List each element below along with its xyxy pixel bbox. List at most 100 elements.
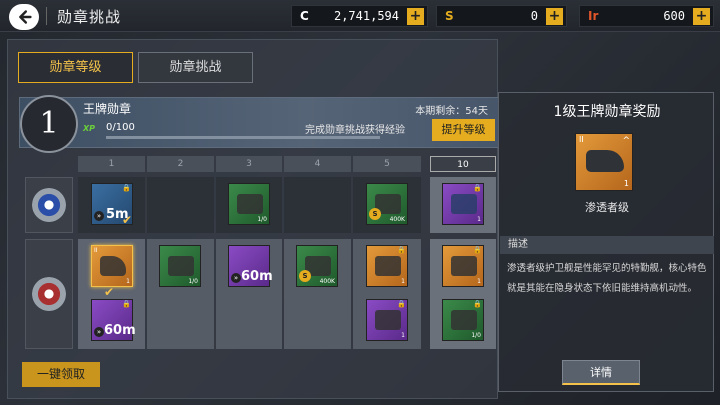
speedup-icon: » (94, 211, 104, 221)
reward-item[interactable]: II 1 (91, 245, 133, 287)
details-button[interactable]: 详情 (562, 360, 640, 385)
xp-progress-bar (106, 136, 380, 139)
row-badge-standard (25, 177, 73, 233)
reward-cell[interactable]: S 400K (353, 177, 421, 233)
reward-item[interactable]: 🔒 1 (442, 183, 484, 225)
medal-panel: 勋章等级 勋章挑战 1 王牌勋章 本期剩余：54天 XP 0/100 完成勋章挑… (7, 39, 499, 399)
iridium-value: 600 (663, 9, 685, 23)
description-text: 渗透者级护卫舰是性能罕见的特勤舰，核心特色就是其能在隐身状态下依旧能维持高机动性… (507, 263, 707, 294)
tab-medal-level[interactable]: 勋章等级 (18, 52, 133, 83)
item-quantity: 400K (389, 216, 405, 223)
reward-item-name: 渗透者级 (585, 201, 629, 214)
lock-icon: 🔒 (473, 300, 482, 308)
column-header: 10 (430, 156, 496, 172)
reward-item[interactable]: 🔒 1 (366, 245, 408, 287)
reward-cell[interactable]: 1/0 (216, 177, 282, 233)
coin-icon: S (369, 208, 381, 220)
reward-cell[interactable]: S 400K (284, 239, 351, 349)
container-icon (451, 310, 477, 330)
arrow-left-icon (19, 10, 32, 24)
column-header: 2 (147, 156, 214, 172)
reward-item[interactable]: 🔒 1 (442, 245, 484, 287)
upgrade-level-button[interactable]: 提升等级 (432, 119, 495, 141)
reward-cell (284, 177, 351, 233)
reward-cell[interactable]: II 1 ✔ 🔒 » 60m (78, 239, 145, 349)
turret-icon (451, 256, 477, 276)
reward-item[interactable]: S 400K (366, 183, 408, 225)
reward-cell[interactable]: 1/0 (147, 239, 214, 349)
tab-medal-challenge[interactable]: 勋章挑战 (138, 52, 253, 83)
item-rank: II (579, 135, 584, 144)
claimed-check-icon: ✔ (122, 213, 133, 227)
speedup-icon: » (231, 273, 241, 283)
reward-cell (147, 177, 214, 233)
top-bar: 勋章挑战 C 2,741,594 + S 0 + Ir 600 + (0, 0, 720, 32)
reward-item-preview[interactable]: II ^ 1 (575, 133, 633, 191)
reward-item[interactable]: » 60m (228, 245, 273, 287)
xp-label: XP (83, 124, 96, 133)
speedup-icon: » (94, 327, 104, 337)
item-duration: 60m (241, 269, 273, 284)
lock-icon: 🔒 (397, 246, 406, 254)
game-screen: 勋章挑战 C 2,741,594 + S 0 + Ir 600 + 勋章等级 勋… (0, 0, 720, 405)
level-header: 1 王牌勋章 本期剩余：54天 XP 0/100 完成勋章挑战获得经验 提升等级 (19, 95, 499, 153)
container-icon (237, 194, 263, 214)
reward-item[interactable]: 1/0 (159, 245, 201, 287)
credits-icon: C (300, 9, 309, 23)
reward-item[interactable]: 🔒 1 (366, 299, 408, 341)
column-header: 5 (353, 156, 421, 172)
reward-item[interactable]: S 400K (296, 245, 338, 287)
reward-cell[interactable]: 🔒 1 🔒 1 (353, 239, 421, 349)
claim-all-button[interactable]: 一键领取 (22, 362, 100, 387)
column-header: 3 (216, 156, 282, 172)
item-rank: II (94, 247, 98, 254)
item-quantity: 1/0 (188, 278, 198, 285)
item-quantity: 400K (319, 278, 335, 285)
row-badge-ace (25, 239, 73, 349)
item-quantity: 1 (477, 216, 481, 223)
back-button[interactable] (9, 4, 39, 30)
claimed-check-icon: ✔ (104, 285, 115, 299)
xp-hint: 完成勋章挑战获得经验 (305, 125, 405, 136)
reward-cell[interactable]: 🔒 » 5m ✔ (78, 177, 145, 233)
lock-icon: 🔒 (122, 184, 131, 192)
reward-grid: 1 2 3 4 5 10 🔒 » 5m ✔ 1/0 S 400K 🔒 1 II … (22, 153, 497, 355)
item-quantity: 1/0 (257, 216, 267, 223)
divider (46, 7, 47, 25)
add-special-button[interactable]: + (546, 8, 563, 25)
turret-icon (375, 256, 401, 276)
item-quantity: 1 (623, 179, 629, 188)
column-header: 4 (284, 156, 351, 172)
chevron-up-icon: ^ (622, 136, 630, 146)
reward-cell[interactable]: 🔒 1 (430, 177, 496, 233)
ace-medal-icon (32, 277, 66, 311)
reward-cell[interactable]: » 60m (216, 239, 282, 349)
standard-medal-icon (32, 188, 66, 222)
reward-item[interactable]: 1/0 (228, 183, 270, 225)
special-currency-value: 0 (530, 9, 538, 23)
add-credits-button[interactable]: + (407, 8, 424, 25)
container-icon (168, 256, 194, 276)
level-number: 1 (20, 95, 78, 153)
description-header: 描述 (500, 236, 714, 254)
iridium-icon: Ir (588, 9, 599, 23)
item-duration: 60m (104, 323, 136, 338)
frigate-icon (375, 310, 401, 330)
special-currency-icon: S (445, 9, 454, 23)
item-quantity: 1 (477, 278, 481, 285)
ship-skin-icon (451, 194, 477, 214)
reward-cell[interactable]: 🔒 1 🔒 1/0 (430, 239, 496, 349)
lock-icon: 🔒 (397, 300, 406, 308)
currency-iridium: Ir 600 + (579, 5, 714, 27)
reward-item[interactable]: 🔒 » 60m (91, 299, 136, 341)
lock-icon: 🔒 (473, 246, 482, 254)
item-quantity: 1 (401, 278, 405, 285)
column-header: 1 (78, 156, 145, 172)
item-quantity: 1/0 (471, 332, 481, 339)
add-iridium-button[interactable]: + (693, 8, 710, 25)
reward-detail-panel: 1级王牌勋章奖励 II ^ 1 渗透者级 描述 渗透者级护卫舰是性能罕见的特勤舰… (498, 92, 714, 392)
frigate-icon (586, 150, 624, 172)
reward-item[interactable]: 🔒 1/0 (442, 299, 484, 341)
remaining-days: 本期剩余：54天 (415, 106, 488, 117)
page-title: 勋章挑战 (57, 8, 122, 26)
